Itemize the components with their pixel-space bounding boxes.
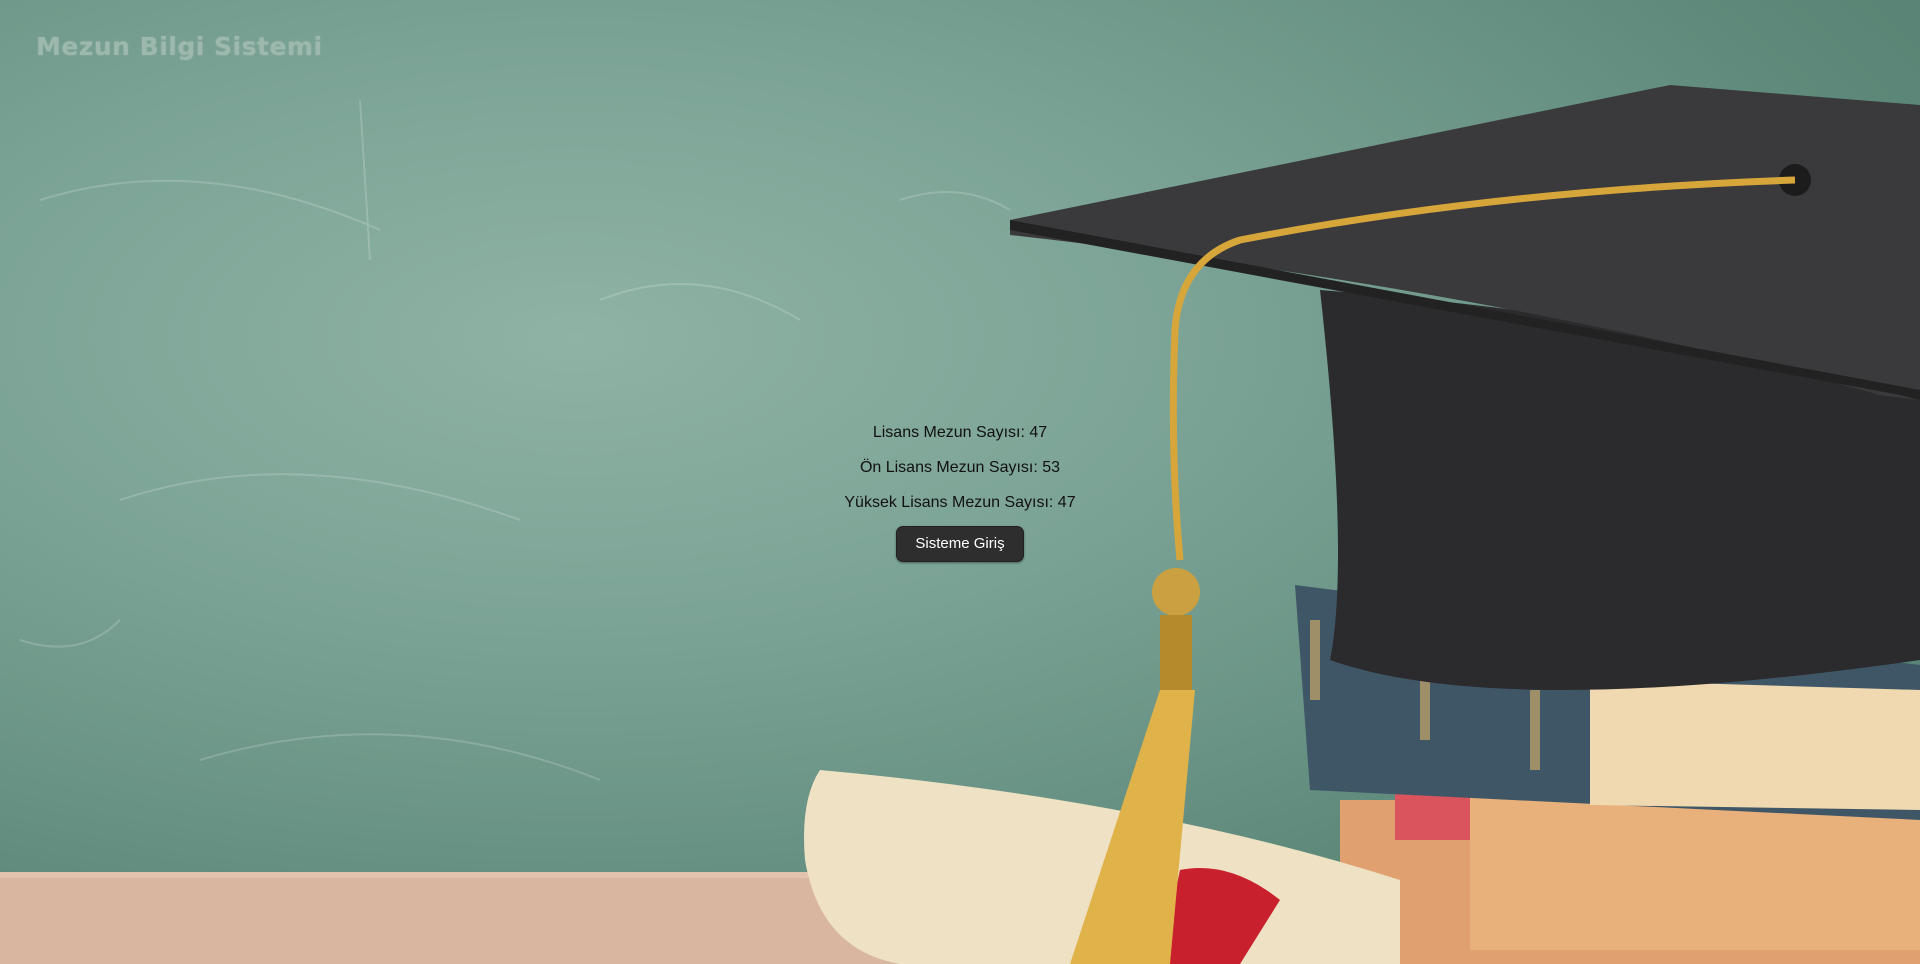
bachelor-graduate-count: Lisans Mezun Sayısı: 47 <box>872 424 1048 441</box>
login-button[interactable]: Sisteme Giriş <box>896 526 1024 562</box>
graduate-stats-panel: Lisans Mezun Sayısı: 47 Ön Lisans Mezun … <box>760 420 1160 562</box>
associate-graduate-count: Ön Lisans Mezun Sayısı: 53 <box>859 459 1061 476</box>
site-title: Mezun Bilgi Sistemi <box>36 32 323 61</box>
master-graduate-count: Yüksek Lisans Mezun Sayısı: 47 <box>844 494 1076 511</box>
